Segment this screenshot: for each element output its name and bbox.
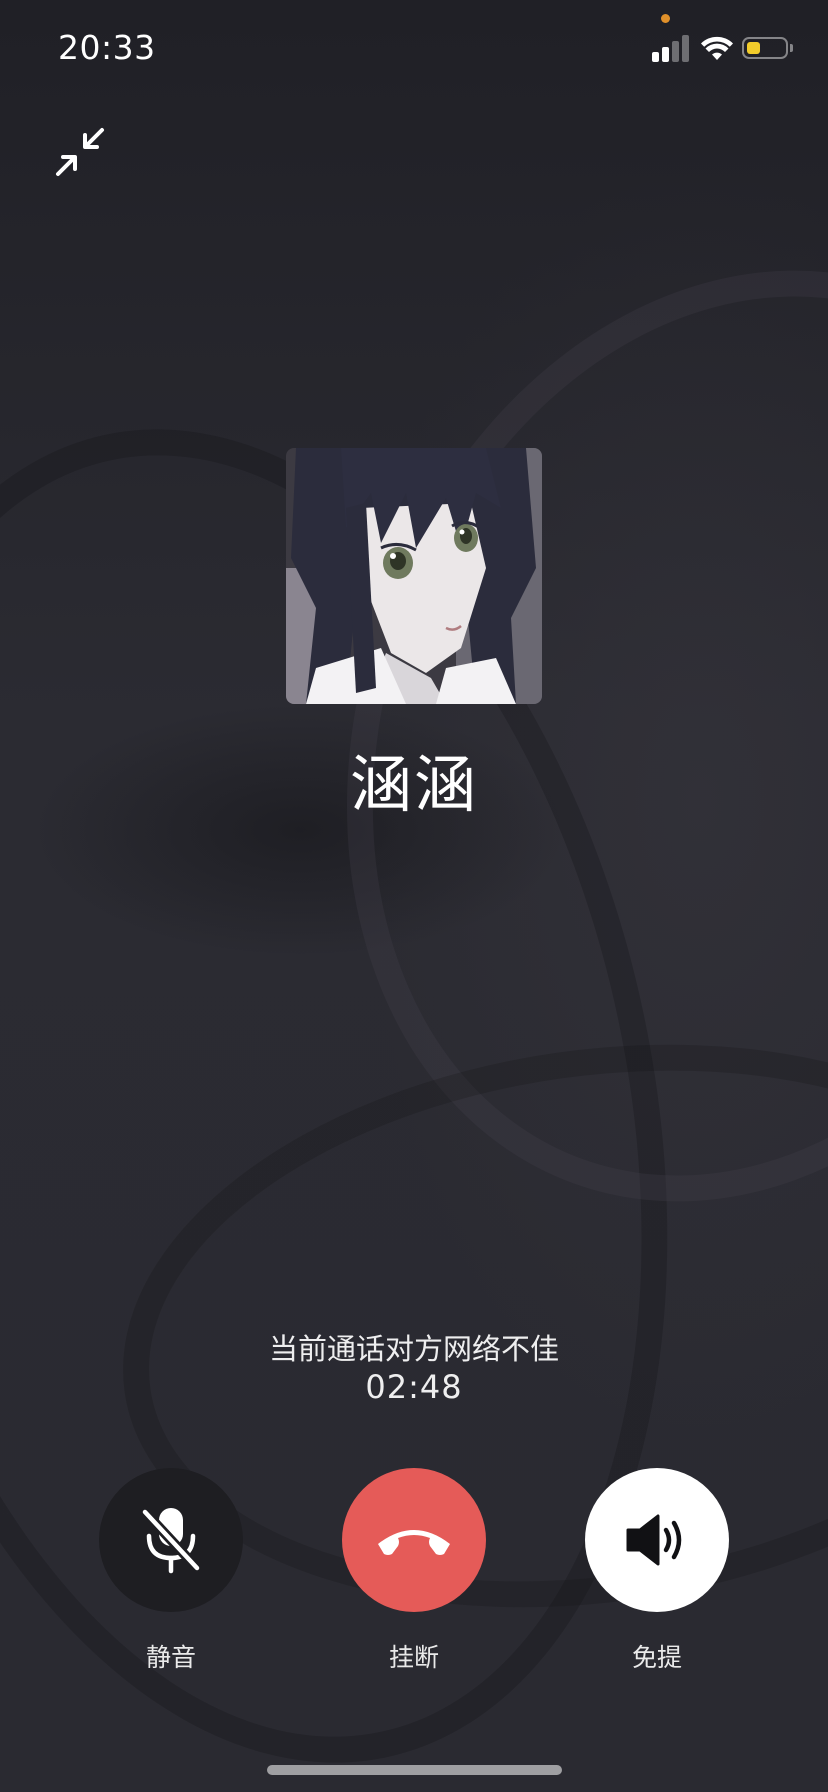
home-indicator[interactable]	[267, 1765, 562, 1775]
phone-hangup-icon	[378, 1530, 450, 1555]
hangup-button[interactable]	[342, 1468, 486, 1612]
status-time: 20:33	[58, 28, 156, 67]
anime-girl-avatar	[286, 448, 542, 704]
wifi-icon	[701, 36, 733, 60]
mute-label: 静音	[145, 1643, 196, 1672]
caller-name: 涵涵	[349, 748, 478, 821]
status-bar: 20:33	[0, 0, 828, 100]
call-duration: 02:48	[365, 1368, 463, 1406]
hangup-label: 挂断	[388, 1643, 439, 1672]
minimize-arrows-icon[interactable]	[54, 126, 106, 178]
cellular-signal-icon	[652, 34, 690, 62]
mute-button[interactable]	[99, 1468, 243, 1612]
speaker-icon	[626, 1514, 682, 1566]
privacy-indicator-dot	[661, 14, 670, 23]
speaker-label: 免提	[631, 1643, 682, 1672]
battery-level	[747, 42, 760, 54]
battery-icon	[742, 37, 788, 59]
caller-avatar	[286, 448, 542, 704]
mic-off-icon	[141, 1508, 201, 1574]
call-quality-status: 当前通话对方网络不佳	[268, 1332, 559, 1366]
battery-cap	[790, 44, 793, 52]
speaker-button[interactable]	[585, 1468, 729, 1612]
